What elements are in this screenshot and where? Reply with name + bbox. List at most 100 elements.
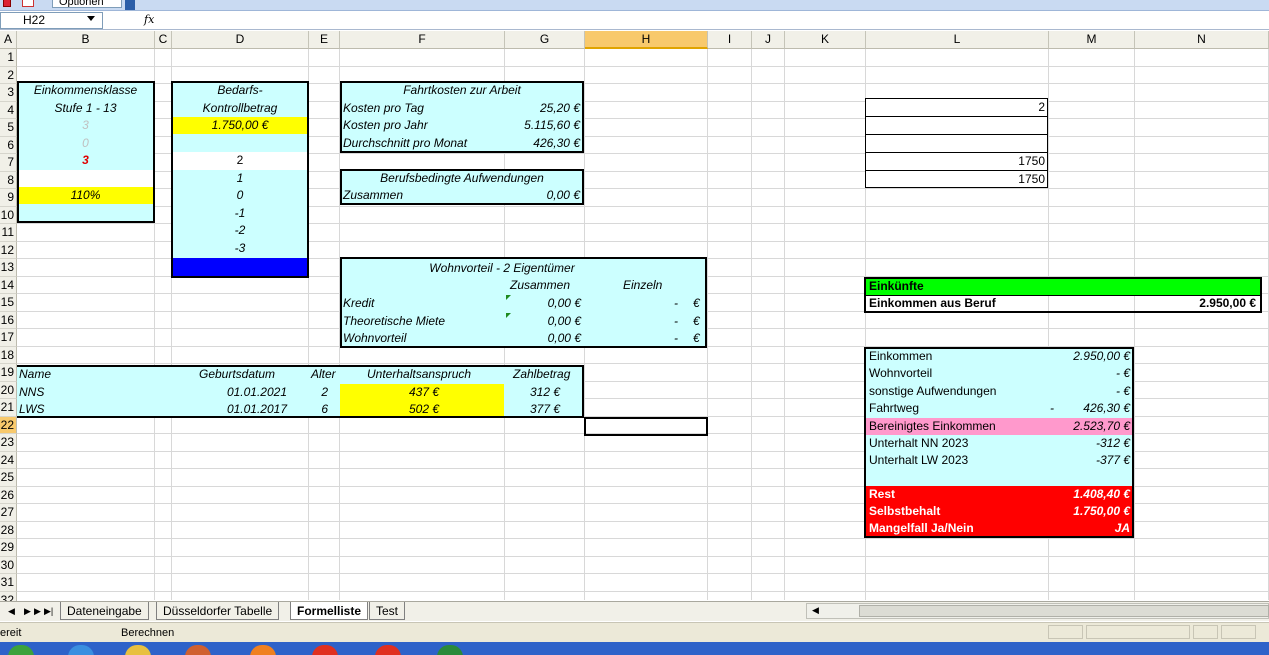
row-header-14[interactable]: 14 (0, 277, 17, 294)
row-header-16[interactable]: 16 (0, 312, 17, 329)
bedarf-v7[interactable]: 2 (172, 152, 308, 169)
row-header-30[interactable]: 30 (0, 557, 17, 574)
column-header-a[interactable]: A (0, 31, 17, 49)
first-sheet-icon[interactable]: ◀ (8, 605, 15, 617)
row-header-21[interactable]: 21 (0, 399, 17, 417)
horizontal-scrollbar[interactable]: ◀ (806, 603, 1269, 619)
column-header-c[interactable]: C (155, 31, 172, 49)
column-header-h[interactable]: H (585, 31, 708, 49)
wohn-r3-einzeln[interactable]: - (674, 330, 678, 347)
row-header-9[interactable]: 9 (0, 189, 17, 207)
column-header-b[interactable]: B (17, 31, 155, 49)
child2-age[interactable]: 6 (297, 401, 328, 418)
selbstbehalt-value[interactable]: 1.750,00 € (1017, 503, 1130, 520)
column-header-k[interactable]: K (785, 31, 866, 49)
fahrt-r3-value[interactable]: 426,30 € (467, 135, 580, 152)
row-header-2[interactable]: 2 (0, 67, 17, 84)
bedarf-amount[interactable]: 1.750,00 € (172, 117, 308, 134)
child2-pay[interactable]: 377 € (497, 401, 560, 418)
income-class-v6[interactable]: 0 (17, 135, 154, 152)
column-header-g[interactable]: G (505, 31, 585, 49)
row-header-29[interactable]: 29 (0, 539, 17, 557)
child1-name[interactable]: NNS (19, 384, 44, 401)
row-header-23[interactable]: 23 (0, 434, 17, 452)
row-header-5[interactable]: 5 (0, 119, 17, 137)
row-header-11[interactable]: 11 (0, 224, 17, 242)
wohn-r2-zusammen[interactable]: 0,00 € (487, 313, 581, 330)
column-header-j[interactable]: J (752, 31, 785, 49)
row-header-17[interactable]: 17 (0, 329, 17, 347)
worksheet-grid[interactable]: Einkommensklasse Stufe 1 - 13 3 0 3 110%… (17, 49, 1269, 600)
row-header-24[interactable]: 24 (0, 452, 17, 469)
row-header-8[interactable]: 8 (0, 172, 17, 189)
toolbar-dropdown-icon[interactable] (125, 0, 135, 10)
child2-claim[interactable]: 502 € (347, 401, 439, 418)
tab-dateneingabe[interactable]: Dateneingabe (60, 602, 149, 620)
beruf-value[interactable]: 0,00 € (467, 187, 580, 204)
bedarf-v8[interactable]: 1 (172, 170, 308, 187)
wohn-r3-zusammen[interactable]: 0,00 € (487, 330, 581, 347)
prev-sheet-icon[interactable]: ▶ (24, 605, 31, 617)
row-header-31[interactable]: 31 (0, 574, 17, 592)
wohn-r1-zusammen[interactable]: 0,00 € (487, 295, 581, 312)
einkuenfte-value[interactable]: 2.950,00 € (1117, 295, 1256, 312)
row-header-18[interactable]: 18 (0, 347, 17, 364)
l7-value[interactable]: 1750 (867, 153, 1045, 170)
mail-icon[interactable] (22, 0, 34, 7)
bedarf-v10[interactable]: -1 (172, 205, 308, 222)
child2-name[interactable]: LWS (19, 401, 45, 418)
column-header-l[interactable]: L (866, 31, 1049, 49)
calc-row-value[interactable]: 2.950,00 € (1017, 348, 1130, 365)
column-header-i[interactable]: I (708, 31, 752, 49)
bedarf-v9[interactable]: 0 (172, 187, 308, 204)
income-class-percent[interactable]: 110% (17, 187, 154, 204)
function-icon[interactable]: fx (144, 13, 154, 26)
formula-input[interactable] (160, 12, 1269, 29)
calc-row-value[interactable]: -377 € (1017, 452, 1130, 469)
wohn-r1-einzeln[interactable]: - (674, 295, 678, 312)
column-header-f[interactable]: F (340, 31, 505, 49)
fahrt-r2-value[interactable]: 5.115,60 € (467, 117, 580, 134)
row-header-10[interactable]: 10 (0, 207, 17, 224)
l4-value[interactable]: 2 (867, 99, 1045, 116)
calc-row-value[interactable]: -312 € (1017, 435, 1130, 452)
income-class-v5[interactable]: 3 (17, 117, 154, 134)
column-header-n[interactable]: N (1135, 31, 1269, 49)
wohn-r2-einzeln[interactable]: - (674, 313, 678, 330)
child1-birth[interactable]: 01.01.2021 (187, 384, 287, 401)
row-header-4[interactable]: 4 (0, 102, 17, 119)
row-header-20[interactable]: 20 (0, 382, 17, 399)
calc-row-value[interactable]: - € (1017, 365, 1130, 382)
row-header-1[interactable]: 1 (0, 49, 17, 67)
last-sheet-icon[interactable]: ▶| (44, 605, 53, 617)
income-class-v7[interactable]: 3 (17, 152, 154, 169)
calc-row-value[interactable]: - € (1017, 383, 1130, 400)
row-header-12[interactable]: 12 (0, 242, 17, 259)
child1-age[interactable]: 2 (297, 384, 328, 401)
child1-claim[interactable]: 437 € (347, 384, 439, 401)
column-header-d[interactable]: D (172, 31, 309, 49)
scrollbar-thumb[interactable] (859, 605, 1269, 617)
row-header-19[interactable]: 19 (0, 364, 17, 382)
row-header-25[interactable]: 25 (0, 469, 17, 487)
options-button[interactable]: Optionen (52, 0, 122, 8)
row-header-3[interactable]: 3 (0, 84, 17, 102)
calc-row-value[interactable]: 2.523,70 € (1017, 418, 1130, 435)
column-header-e[interactable]: E (309, 31, 340, 49)
column-header-m[interactable]: M (1049, 31, 1135, 49)
calc-row-value[interactable]: 426,30 € (1017, 400, 1130, 417)
bedarf-v11[interactable]: -2 (172, 222, 308, 239)
next-sheet-icon[interactable]: ▶ (34, 605, 41, 617)
l8-value[interactable]: 1750 (867, 171, 1045, 188)
tab-formelliste[interactable]: Formelliste (290, 602, 369, 620)
bedarf-v12[interactable]: -3 (172, 240, 308, 257)
fahrt-r1-value[interactable]: 25,20 € (467, 100, 580, 117)
mangelfall-value[interactable]: JA (1017, 520, 1130, 537)
child2-birth[interactable]: 01.01.2017 (187, 401, 287, 418)
row-header-27[interactable]: 27 (0, 504, 17, 522)
bedarf-v13[interactable]: 0 (172, 258, 308, 275)
tab-duesseldorfer-tabelle[interactable]: Düsseldorfer Tabelle (156, 602, 280, 620)
row-header-15[interactable]: 15 (0, 294, 17, 312)
row-header-7[interactable]: 7 (0, 154, 17, 172)
selected-cell-h22[interactable] (584, 417, 708, 436)
